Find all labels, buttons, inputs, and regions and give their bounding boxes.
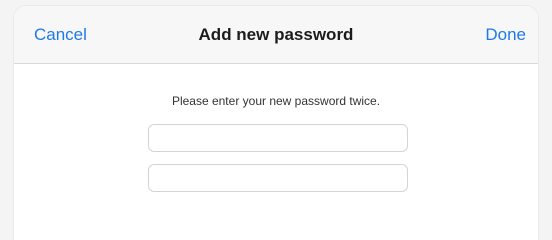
done-button[interactable]: Done xyxy=(485,6,526,63)
confirm-password-field[interactable] xyxy=(148,164,408,192)
navigation-bar: Cancel Add new password Done xyxy=(14,6,538,64)
sheet-title: Add new password xyxy=(198,25,354,44)
instruction-text: Please enter your new password twice. xyxy=(171,94,381,108)
add-password-sheet: Cancel Add new password Done Please ente… xyxy=(14,6,538,240)
new-password-field[interactable] xyxy=(148,124,408,152)
password-form: Please enter your new password twice. xyxy=(14,64,538,240)
